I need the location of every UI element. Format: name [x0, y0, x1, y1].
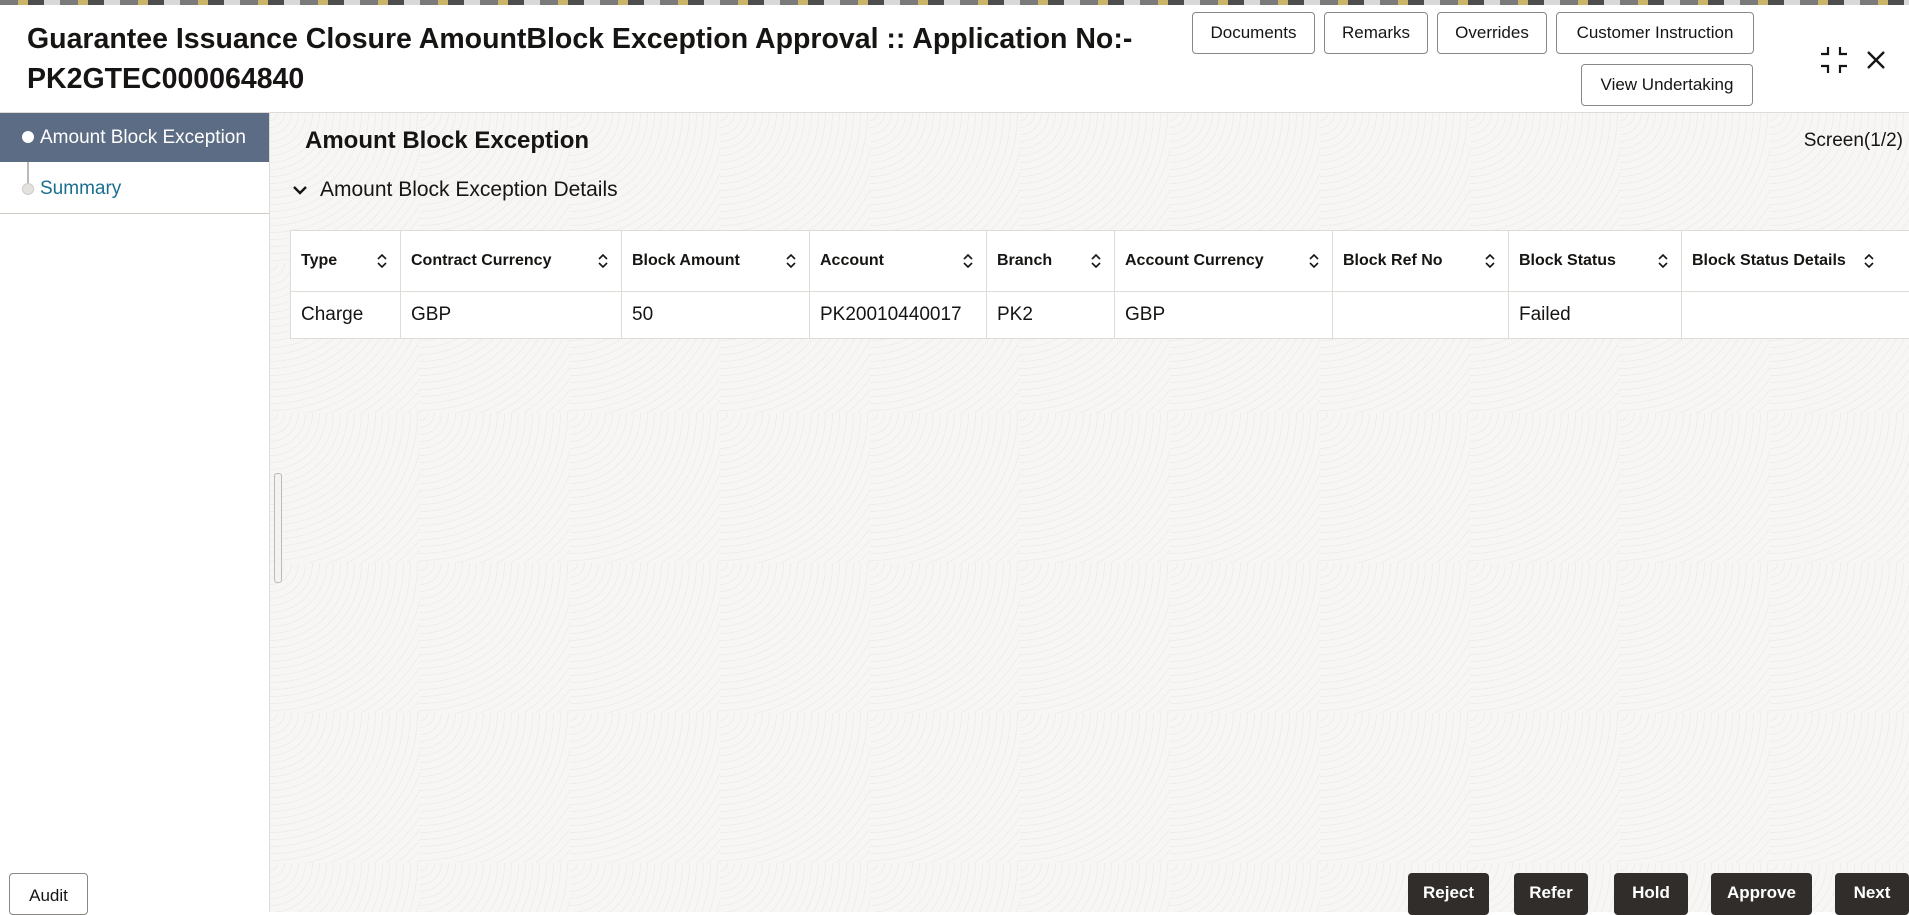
application-number: PK2GTEC000064840 — [27, 59, 1147, 99]
sort-icon[interactable] — [1657, 253, 1669, 274]
cell-branch: PK2 — [987, 292, 1115, 339]
audit-button[interactable]: Audit — [9, 873, 88, 915]
cell-type: Charge — [291, 292, 401, 339]
sort-icon[interactable] — [1090, 253, 1102, 274]
sort-icon[interactable] — [1308, 253, 1320, 274]
cell-block-ref-no — [1333, 292, 1509, 339]
column-header-block-amount[interactable]: Block Amount — [622, 231, 810, 292]
column-header-branch[interactable]: Branch — [987, 231, 1115, 292]
next-button[interactable]: Next — [1835, 873, 1909, 915]
view-undertaking-button[interactable]: View Undertaking — [1581, 64, 1753, 106]
sort-icon[interactable] — [1863, 253, 1875, 274]
cell-block-amount: 50 — [622, 292, 810, 339]
column-header-block-status-details[interactable]: Block Status Details — [1682, 231, 1909, 292]
sort-icon[interactable] — [376, 253, 388, 274]
page-title: Guarantee Issuance Closure AmountBlock E… — [27, 19, 1147, 99]
remarks-button[interactable]: Remarks — [1324, 12, 1428, 54]
column-header-contract-currency[interactable]: Contract Currency — [401, 231, 622, 292]
collapse-arrows-icon[interactable] — [1819, 45, 1849, 80]
cell-contract-currency: GBP — [401, 292, 622, 339]
sidebar-item-label: Summary — [40, 178, 121, 200]
approve-button[interactable]: Approve — [1711, 873, 1812, 915]
table-header-row: Type Contract Currency Block Amount Acco… — [291, 231, 1909, 292]
step-dot-icon — [22, 183, 34, 195]
sidebar: Amount Block Exception Summary — [0, 113, 270, 912]
step-dot-icon — [22, 131, 34, 143]
close-icon[interactable] — [1864, 48, 1888, 77]
sidebar-item-label: Amount Block Exception — [40, 127, 246, 149]
panel-title: Amount Block Exception Details — [320, 178, 618, 202]
column-header-account[interactable]: Account — [810, 231, 987, 292]
hold-button[interactable]: Hold — [1614, 873, 1688, 915]
reject-button[interactable]: Reject — [1408, 873, 1489, 915]
column-header-block-status[interactable]: Block Status — [1509, 231, 1682, 292]
documents-button[interactable]: Documents — [1192, 12, 1315, 54]
sort-icon[interactable] — [597, 253, 609, 274]
cell-account-currency: GBP — [1115, 292, 1333, 339]
table-row[interactable]: Charge GBP 50 PK20010440017 PK2 GBP Fail… — [291, 292, 1909, 339]
cell-block-status: Failed — [1509, 292, 1682, 339]
chevron-down-icon — [292, 184, 308, 196]
page-header: Guarantee Issuance Closure AmountBlock E… — [0, 5, 1909, 113]
column-header-account-currency[interactable]: Account Currency — [1115, 231, 1333, 292]
screen-indicator: Screen(1/2) — [1804, 130, 1903, 152]
details-panel-toggle[interactable]: Amount Block Exception Details — [292, 178, 618, 202]
customer-instruction-button[interactable]: Customer Instruction — [1556, 12, 1754, 54]
cell-block-status-details — [1682, 292, 1909, 339]
sidebar-item-amount-block-exception[interactable]: Amount Block Exception — [0, 113, 269, 162]
column-header-type[interactable]: Type — [291, 231, 401, 292]
amount-block-table: Type Contract Currency Block Amount Acco… — [290, 230, 1909, 339]
cell-account: PK20010440017 — [810, 292, 987, 339]
sort-icon[interactable] — [1484, 253, 1496, 274]
column-header-block-ref-no[interactable]: Block Ref No — [1333, 231, 1509, 292]
sort-icon[interactable] — [962, 253, 974, 274]
splitter-handle[interactable] — [274, 473, 282, 583]
main-content: Amount Block Exception Screen(1/2) Amoun… — [270, 113, 1909, 912]
overrides-button[interactable]: Overrides — [1437, 12, 1547, 54]
section-title: Amount Block Exception — [305, 127, 589, 155]
page-title-line1: Guarantee Issuance Closure AmountBlock E… — [27, 19, 1147, 59]
refer-button[interactable]: Refer — [1514, 873, 1588, 915]
sidebar-item-summary[interactable]: Summary — [0, 165, 269, 214]
sort-icon[interactable] — [785, 253, 797, 274]
